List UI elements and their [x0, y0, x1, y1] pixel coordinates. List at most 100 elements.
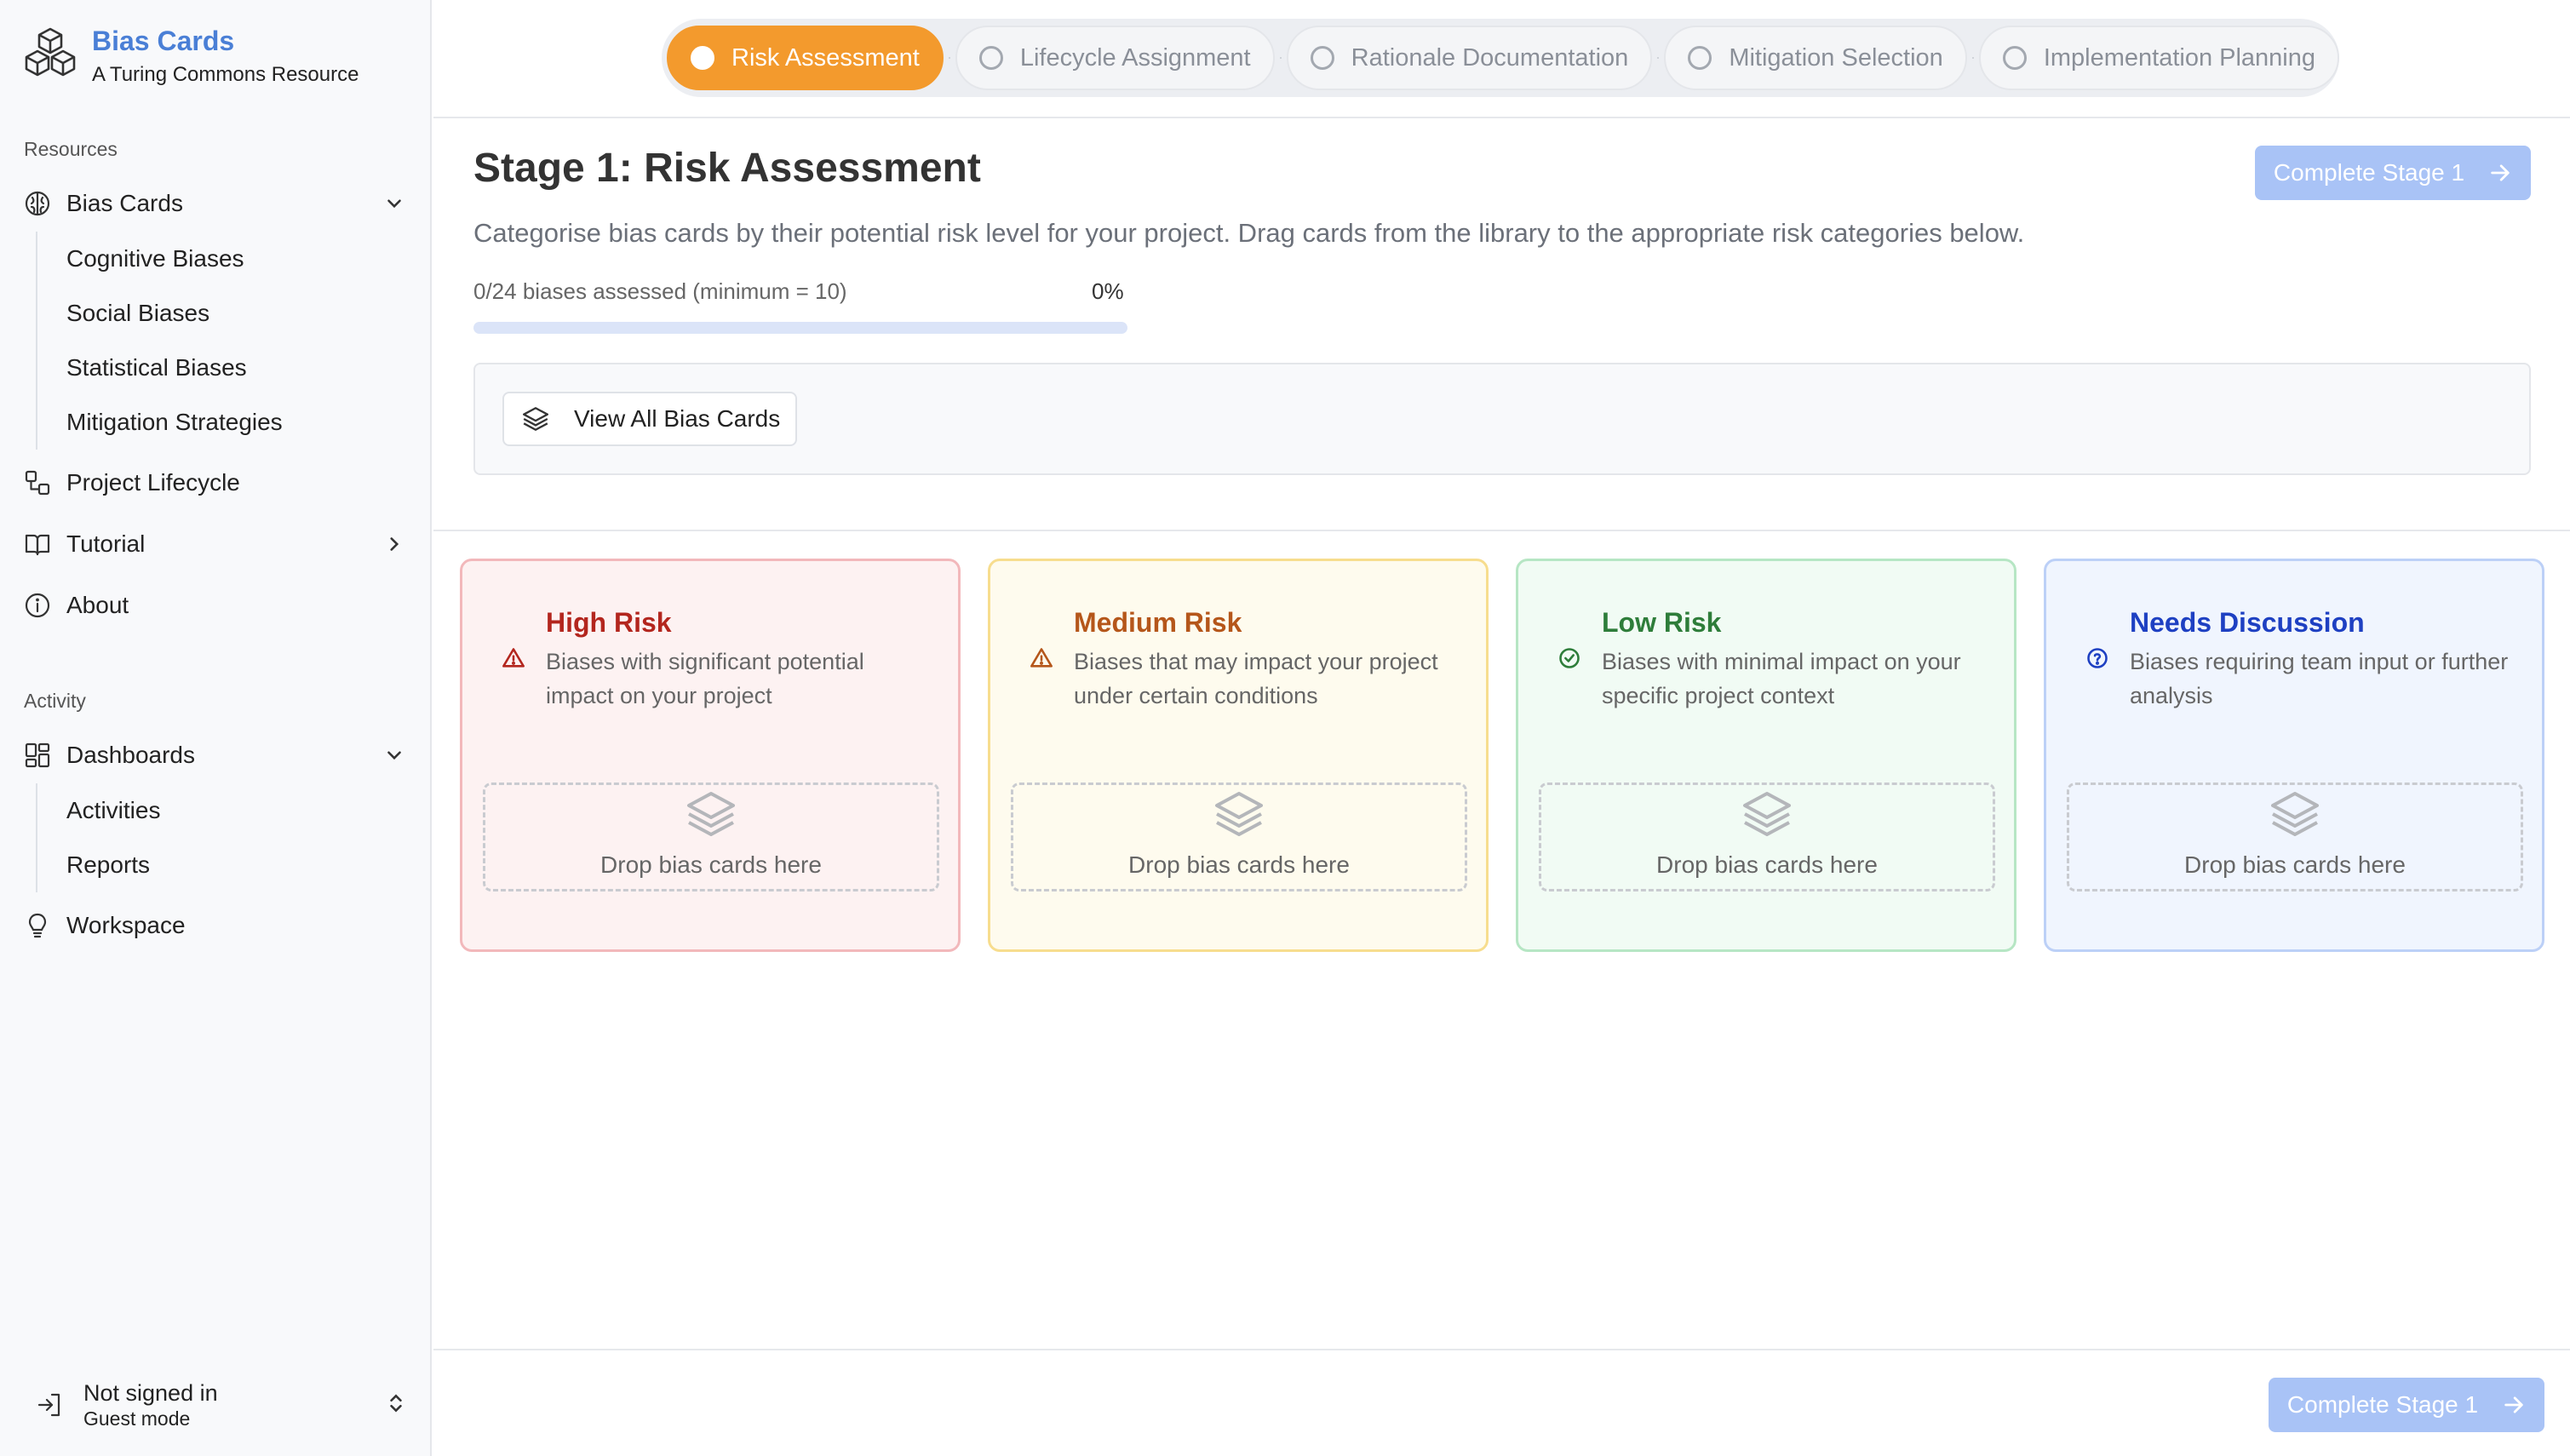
nav-dashboards-label: Dashboards — [66, 742, 195, 768]
arrow-right-icon — [2502, 1393, 2526, 1417]
step-rationale-documentation[interactable]: Rationale Documentation — [1286, 26, 1653, 90]
step-implementation-planning[interactable]: Implementation Planning — [1978, 26, 2340, 90]
risk-column-high[interactable]: High Risk Biases with significant potent… — [460, 559, 961, 952]
risk-column-medium[interactable]: Medium Risk Biases that may impact your … — [988, 559, 1489, 952]
nav-tutorial-label: Tutorial — [66, 530, 146, 557]
workflow-icon — [24, 469, 51, 496]
risk-column-needs-discussion[interactable]: Needs Discussion Biases requiring team i… — [2044, 559, 2544, 952]
risk-column-title: High Risk — [546, 607, 672, 638]
complete-stage-label: Complete Stage 1 — [2286, 1391, 2479, 1418]
sidebar: Bias Cards A Turing Commons Resource Res… — [0, 0, 432, 1456]
sidebar-item-mitigation-strategies[interactable]: Mitigation Strategies — [37, 395, 393, 450]
risk-column-description: Biases with minimal impact on your speci… — [1602, 649, 1961, 708]
user-mode: Guest mode — [83, 1407, 191, 1430]
chevron-right-icon[interactable] — [381, 531, 407, 557]
risk-column-description: Biases with significant potential impact… — [546, 649, 864, 708]
cubes-logo-icon — [22, 26, 78, 82]
step-status-circle-icon — [1688, 46, 1712, 70]
step-status-circle-icon — [2002, 46, 2027, 70]
risk-column-title: Needs Discussion — [2130, 607, 2365, 638]
progress-bar — [473, 322, 1127, 334]
chevron-down-icon[interactable] — [381, 742, 407, 768]
step-separator — [948, 57, 950, 59]
brain-icon — [24, 190, 51, 217]
nav-workspace-label: Workspace — [66, 912, 186, 938]
drop-zone-label: Drop bias cards here — [1656, 851, 1878, 878]
user-name: Not signed in — [83, 1380, 218, 1406]
bias-cards-submenu: Cognitive Biases Social Biases Statistic… — [36, 232, 393, 450]
step-risk-assessment[interactable]: Risk Assessment — [667, 26, 944, 90]
nav-project-lifecycle-label: Project Lifecycle — [66, 469, 240, 496]
stage-stepper: Risk Assessment Lifecycle Assignment Rat… — [662, 19, 2340, 97]
warning-triangle-icon — [502, 646, 525, 670]
chevron-down-icon[interactable] — [381, 191, 407, 216]
sidebar-item-statistical-biases[interactable]: Statistical Biases — [37, 341, 393, 395]
step-label: Rationale Documentation — [1351, 43, 1629, 72]
risk-column-description: Biases that may impact your project unde… — [1074, 649, 1438, 708]
view-all-bias-cards-button[interactable]: View All Bias Cards — [502, 392, 797, 446]
step-label: Lifecycle Assignment — [1019, 43, 1251, 72]
drop-zone-label: Drop bias cards here — [2184, 851, 2406, 878]
check-circle-icon — [1557, 646, 1581, 670]
activity-section-label: Activity — [24, 690, 86, 712]
warning-triangle-icon — [1030, 646, 1053, 670]
view-all-label: View All Bias Cards — [574, 405, 781, 432]
sidebar-item-cognitive-biases[interactable]: Cognitive Biases — [37, 232, 393, 286]
drop-zone[interactable]: Drop bias cards here — [1539, 782, 1995, 891]
nav-project-lifecycle[interactable]: Project Lifecycle — [24, 460, 407, 506]
nav-about-label: About — [66, 592, 129, 618]
sidebar-item-activities[interactable]: Activities — [37, 783, 393, 838]
divider — [433, 1349, 2570, 1350]
step-separator — [1279, 57, 1282, 59]
drop-zone[interactable]: Drop bias cards here — [1011, 782, 1467, 891]
divider — [433, 530, 2570, 531]
step-status-circle-icon — [978, 46, 1003, 70]
question-circle-icon — [2085, 646, 2109, 670]
sidebar-item-social-biases[interactable]: Social Biases — [37, 286, 393, 341]
risk-column-title: Low Risk — [1602, 607, 1722, 638]
drop-zone-label: Drop bias cards here — [600, 851, 822, 878]
dashboard-grid-icon — [24, 742, 51, 769]
dashboards-submenu: Activities Reports — [36, 783, 393, 892]
complete-stage-label: Complete Stage 1 — [2273, 159, 2465, 186]
brand-subtitle: A Turing Commons Resource — [92, 63, 359, 86]
info-icon — [24, 592, 51, 619]
nav-about[interactable]: About — [24, 582, 407, 628]
complete-stage-button-bottom[interactable]: Complete Stage 1 — [2269, 1378, 2544, 1432]
divider — [433, 117, 2570, 118]
step-status-circle-icon — [1310, 46, 1334, 70]
book-open-icon — [24, 530, 51, 558]
progress-label: 0/24 biases assessed (minimum = 10) — [473, 278, 847, 304]
layers-icon — [684, 788, 738, 843]
sign-in-icon — [32, 1388, 66, 1422]
layers-icon — [1740, 788, 1794, 843]
chevrons-up-down-icon[interactable] — [385, 1392, 407, 1419]
brand[interactable]: Bias Cards A Turing Commons Resource — [22, 26, 359, 87]
step-label: Mitigation Selection — [1729, 43, 1943, 72]
nav-workspace[interactable]: Workspace — [24, 903, 407, 949]
page-title: Stage 1: Risk Assessment — [473, 146, 981, 191]
bias-card-library: View All Bias Cards — [473, 363, 2531, 475]
arrow-right-icon — [2488, 161, 2512, 185]
nav-tutorial[interactable]: Tutorial — [24, 521, 407, 567]
nav-bias-cards[interactable]: Bias Cards — [24, 181, 407, 226]
risk-column-low[interactable]: Low Risk Biases with minimal impact on y… — [1516, 559, 2016, 952]
risk-column-title: Medium Risk — [1074, 607, 1242, 638]
drop-zone-label: Drop bias cards here — [1128, 851, 1350, 878]
stage-description: Categorise bias cards by their potential… — [473, 218, 2025, 248]
step-separator — [1971, 57, 1974, 59]
step-mitigation-selection[interactable]: Mitigation Selection — [1664, 26, 1967, 90]
step-label: Implementation Planning — [2043, 43, 2316, 72]
drop-zone[interactable]: Drop bias cards here — [483, 782, 939, 891]
layers-icon — [521, 404, 550, 433]
nav-dashboards[interactable]: Dashboards — [24, 732, 407, 778]
user-menu[interactable]: Not signed in Guest mode — [24, 1371, 407, 1439]
step-label: Risk Assessment — [731, 43, 920, 72]
complete-stage-button-top[interactable]: Complete Stage 1 — [2255, 146, 2531, 200]
sidebar-item-reports[interactable]: Reports — [37, 838, 393, 892]
drop-zone[interactable]: Drop bias cards here — [2067, 782, 2523, 891]
step-status-circle-icon — [691, 46, 714, 70]
progress-percent: 0% — [1092, 278, 1124, 304]
brand-title: Bias Cards — [92, 26, 235, 56]
step-lifecycle-assignment[interactable]: Lifecycle Assignment — [955, 26, 1275, 90]
